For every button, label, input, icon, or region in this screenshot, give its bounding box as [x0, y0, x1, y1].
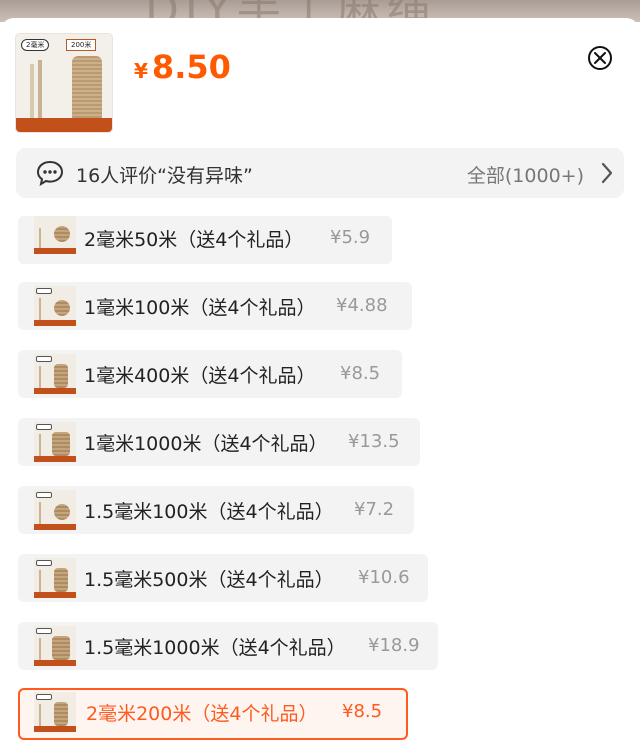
thumb-stick — [30, 64, 34, 120]
sku-option-price: ¥18.9 — [368, 635, 420, 656]
sku-option-label: 1.5毫米100米（送4个礼品） — [84, 501, 334, 523]
sku-option-label: 1毫米1000米（送4个礼品） — [84, 433, 328, 455]
close-button[interactable] — [588, 46, 612, 70]
close-icon — [594, 52, 606, 64]
sku-option[interactable]: 1.5毫米500米（送4个礼品） ¥10.6 — [18, 554, 428, 602]
sku-option-thumb — [34, 558, 76, 598]
sku-option-selected[interactable]: 2毫米200米（送4个礼品） ¥8.5 — [18, 688, 408, 740]
review-summary-bar[interactable]: 16人评价“没有异味” 全部(1000+) — [16, 148, 624, 198]
sku-option-label: 2毫米50米（送4个礼品） — [84, 229, 304, 251]
sku-option[interactable]: 2毫米50米（送4个礼品） ¥5.9 — [18, 216, 392, 264]
sku-option-thumb — [34, 692, 76, 732]
sku-option-price: ¥10.6 — [358, 567, 410, 588]
sku-option-price: ¥8.5 — [340, 363, 381, 384]
sku-option-label: 1.5毫米1000米（送4个礼品） — [84, 637, 346, 659]
sku-option[interactable]: 1.5毫米100米（送4个礼品） ¥7.2 — [18, 486, 414, 534]
sku-option[interactable]: 1毫米1000米（送4个礼品） ¥13.5 — [18, 418, 420, 466]
sku-option-price: ¥13.5 — [348, 431, 400, 452]
chevron-right-icon — [601, 162, 613, 184]
sku-option-price: ¥5.9 — [330, 227, 371, 248]
price-value: 8.50 — [151, 48, 231, 86]
thumb-rope-spool — [72, 56, 102, 122]
sku-option-label: 1.5毫米500米（送4个礼品） — [84, 569, 334, 591]
sku-option-label: 1毫米100米（送4个礼品） — [84, 297, 316, 319]
product-thumbnail[interactable]: 2毫米 200米 — [16, 34, 112, 132]
sku-option-thumb — [34, 216, 76, 254]
sku-option-price: ¥7.2 — [354, 499, 395, 520]
sku-option-thumb — [34, 422, 76, 462]
sku-option[interactable]: 1毫米400米（送4个礼品） ¥8.5 — [18, 350, 402, 398]
chat-bubble-icon — [36, 160, 64, 186]
sku-option-thumb — [34, 490, 76, 530]
sku-option[interactable]: 1.5毫米1000米（送4个礼品） ¥18.9 — [18, 622, 438, 670]
all-reviews-link[interactable]: 全部(1000+) — [467, 161, 584, 188]
sku-option-price: ¥4.88 — [336, 295, 388, 316]
selected-price: ¥8.50 — [134, 48, 231, 86]
sku-option-price: ¥8.5 — [342, 701, 383, 722]
sku-option-label: 1毫米400米（送4个礼品） — [84, 365, 316, 387]
thumb-length-tag: 200米 — [66, 39, 97, 51]
sku-option-thumb — [34, 354, 76, 394]
review-summary-text: 16人评价“没有异味” — [76, 165, 253, 187]
thumb-stick — [38, 60, 42, 124]
currency-symbol: ¥ — [134, 59, 148, 83]
sku-option-thumb — [34, 286, 76, 326]
thumb-footer — [16, 118, 112, 132]
sku-option-thumb — [34, 626, 76, 666]
thumb-tag: 2毫米 — [21, 39, 50, 51]
sku-option[interactable]: 1毫米100米（送4个礼品） ¥4.88 — [18, 282, 412, 330]
sku-option-label: 2毫米200米（送4个礼品） — [86, 703, 318, 725]
